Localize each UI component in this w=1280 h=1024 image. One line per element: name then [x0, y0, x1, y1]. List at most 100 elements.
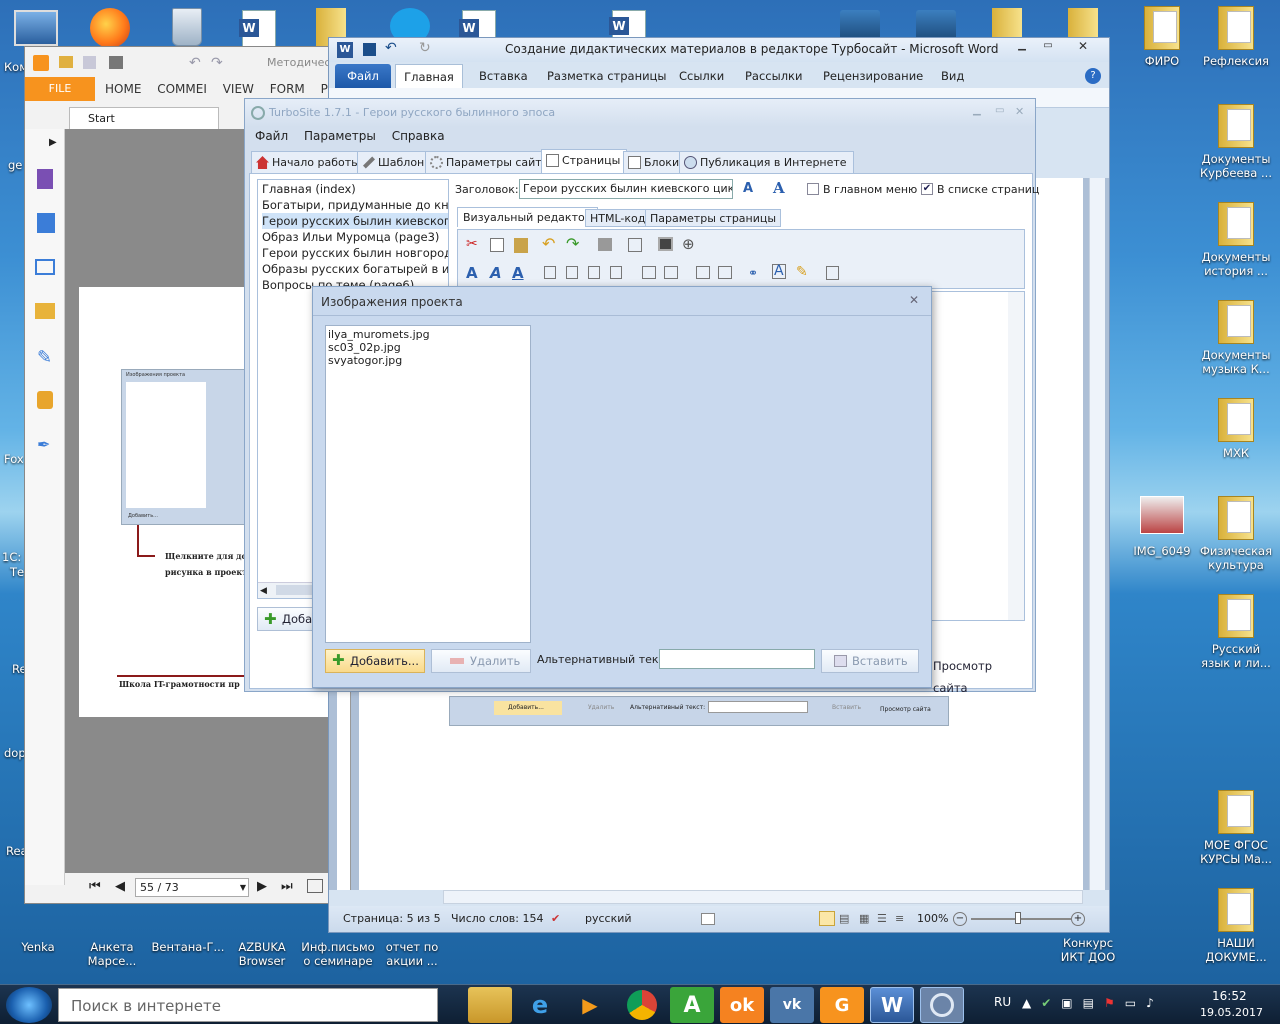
table-icon[interactable] [826, 266, 839, 280]
turbosite-taskbar-icon[interactable] [920, 987, 964, 1023]
horizontal-scrollbar[interactable] [443, 890, 1083, 904]
desktop-icon[interactable]: Физическая культура [1198, 496, 1274, 572]
archive-icon[interactable] [840, 10, 880, 40]
redo-icon[interactable]: ↻ [419, 40, 431, 56]
image-file-list[interactable]: ilya_muromets.jpg sc03_02p.jpg svyatogor.j… [325, 325, 531, 643]
desktop-icon[interactable]: МХК [1198, 398, 1274, 460]
next-page-icon[interactable]: ▶ [257, 879, 267, 894]
text-app-icon[interactable]: A [670, 987, 714, 1023]
tab-start[interactable]: Начало работы [251, 151, 367, 173]
pdf-menu-home[interactable]: HOME [99, 77, 147, 101]
comment-icon[interactable] [35, 303, 55, 319]
media-player-icon[interactable]: ▶ [568, 987, 612, 1023]
image-file-item[interactable]: sc03_02p.jpg [328, 341, 528, 354]
zoom-in-button[interactable]: + [1071, 912, 1085, 926]
link-icon[interactable]: ⚭ [748, 266, 758, 280]
recycle-bin-icon[interactable] [172, 8, 202, 46]
close-icon[interactable]: ✕ [909, 293, 919, 307]
tray-check-icon[interactable]: ✔ [1041, 996, 1061, 1010]
web-layout-icon[interactable]: ▦ [859, 906, 869, 932]
word-tab-insert[interactable]: Вставка [479, 64, 528, 88]
add-image-button[interactable]: ✚ Добавить... [325, 649, 425, 673]
maximize-button[interactable]: ▭ [1035, 40, 1061, 56]
spellcheck-icon[interactable]: ✔ [551, 906, 560, 932]
computer-icon[interactable] [14, 10, 58, 46]
align-right-icon[interactable] [588, 266, 600, 279]
clear-format-icon[interactable]: ✎ [796, 264, 808, 280]
tray-network-icon[interactable]: ▣ [1061, 996, 1082, 1010]
print-layout-icon[interactable] [819, 911, 835, 926]
close-button[interactable]: ✕ [1065, 39, 1101, 57]
cut-icon[interactable]: ✂ [466, 236, 478, 252]
zoom-slider-thumb[interactable] [1015, 912, 1021, 924]
zoom-slider[interactable] [971, 918, 1071, 920]
font-underline-icon[interactable]: A [512, 264, 524, 282]
fullscreen-icon[interactable]: ▤ [839, 906, 849, 932]
undo-icon[interactable]: ↶ [542, 234, 555, 253]
image-file-item[interactable]: ilya_muromets.jpg [328, 328, 528, 341]
editor-tab-html[interactable]: HTML-код [585, 209, 651, 227]
desktop-icon[interactable]: Рефлексия [1198, 6, 1274, 68]
menu-file[interactable]: Файл [249, 129, 294, 143]
page-list-item[interactable]: Богатыри, придуманные до княжени [262, 197, 448, 213]
align-justify-icon[interactable] [610, 266, 622, 279]
desktop-icon[interactable]: IMG_6049 [1124, 496, 1200, 558]
page-list-item[interactable]: Главная (index) [262, 181, 448, 197]
first-page-icon[interactable]: ⏮ [89, 879, 101, 894]
desktop-icon[interactable]: ФИРО [1124, 6, 1200, 68]
attachment-icon[interactable]: ✎ [37, 347, 52, 368]
scroll-thumb[interactable] [276, 585, 316, 595]
pages-icon[interactable] [37, 213, 55, 233]
page-list-item[interactable]: Герои русских былин киевского цик [262, 213, 448, 229]
firefox-icon[interactable] [90, 8, 130, 48]
editor-tab-page-params[interactable]: Параметры страницы [645, 209, 782, 227]
desktop-icon[interactable]: Yenka [0, 896, 76, 954]
format-text-icon[interactable]: A [743, 181, 761, 197]
word-taskbar-icon[interactable]: W [870, 987, 914, 1023]
pdf-app-icon[interactable]: G [820, 987, 864, 1023]
desktop-icon[interactable]: отчет по акции ... [374, 896, 450, 968]
word-tab-layout[interactable]: Разметка страницы [547, 64, 666, 88]
last-page-icon[interactable]: ⏭ [281, 879, 293, 894]
clock-date[interactable]: 19.05.2017 [1200, 1006, 1263, 1019]
ie-icon[interactable]: e [518, 987, 562, 1023]
in-main-menu-checkbox[interactable] [807, 183, 819, 195]
save-icon[interactable] [363, 43, 376, 56]
image-icon[interactable] [658, 237, 673, 251]
draft-icon[interactable]: ≡ [895, 906, 904, 932]
indent-icon[interactable] [718, 266, 732, 279]
desktop-icon[interactable]: НАШИ ДОКУМЕ... [1198, 888, 1274, 964]
maximize-button[interactable]: ▭ [995, 105, 1004, 116]
help-icon[interactable]: ? [1085, 68, 1101, 84]
outline-icon[interactable]: ☰ [877, 906, 887, 932]
desktop-icon[interactable]: Документы Курбеева ... [1198, 104, 1274, 180]
image-file-item[interactable]: svyatogor.jpg [328, 354, 528, 367]
turbosite-app-icon[interactable] [251, 106, 265, 120]
folder-icon[interactable] [992, 8, 1022, 38]
status-words[interactable]: Число слов: 154 [451, 906, 544, 932]
pdf-doc-tab[interactable]: Start [69, 107, 219, 129]
chevron-down-icon[interactable]: ▼ [240, 879, 246, 896]
layers-icon[interactable] [35, 259, 55, 275]
volume-icon[interactable]: ♪ [1146, 996, 1164, 1010]
zoom-icon[interactable]: ⊕ [682, 235, 695, 253]
desktop-icon[interactable]: Документы история ... [1198, 202, 1274, 278]
desktop-icon[interactable]: Русский язык и ли... [1198, 594, 1274, 670]
scroll-left-icon[interactable]: ◀ [260, 583, 267, 598]
word-file-tab[interactable]: Файл [335, 64, 391, 88]
word-tab-review[interactable]: Рецензирование [823, 64, 923, 88]
save-icon[interactable] [83, 56, 96, 69]
menu-params[interactable]: Параметры [298, 129, 382, 143]
undo-icon[interactable]: ↶ [189, 56, 201, 70]
status-lang[interactable]: русский [585, 906, 632, 932]
header-input[interactable]: Герои русских былин киевского цикла [519, 179, 733, 199]
fit-page-icon[interactable] [307, 879, 323, 893]
desktop-icon[interactable]: МОЕ ФГОС КУРСЫ Ма... [1198, 790, 1274, 866]
alt-text-input[interactable] [659, 649, 815, 669]
clock-time[interactable]: 16:52 [1212, 989, 1247, 1003]
search-box[interactable]: Поиск в интернете [58, 988, 438, 1022]
menu-help[interactable]: Справка [386, 129, 451, 143]
page-list-item[interactable]: Герои русских былин новгородского [262, 245, 448, 261]
zoom-level[interactable]: 100% [917, 906, 948, 932]
desktop-icon[interactable]: Анкета Марсе... [74, 896, 150, 968]
